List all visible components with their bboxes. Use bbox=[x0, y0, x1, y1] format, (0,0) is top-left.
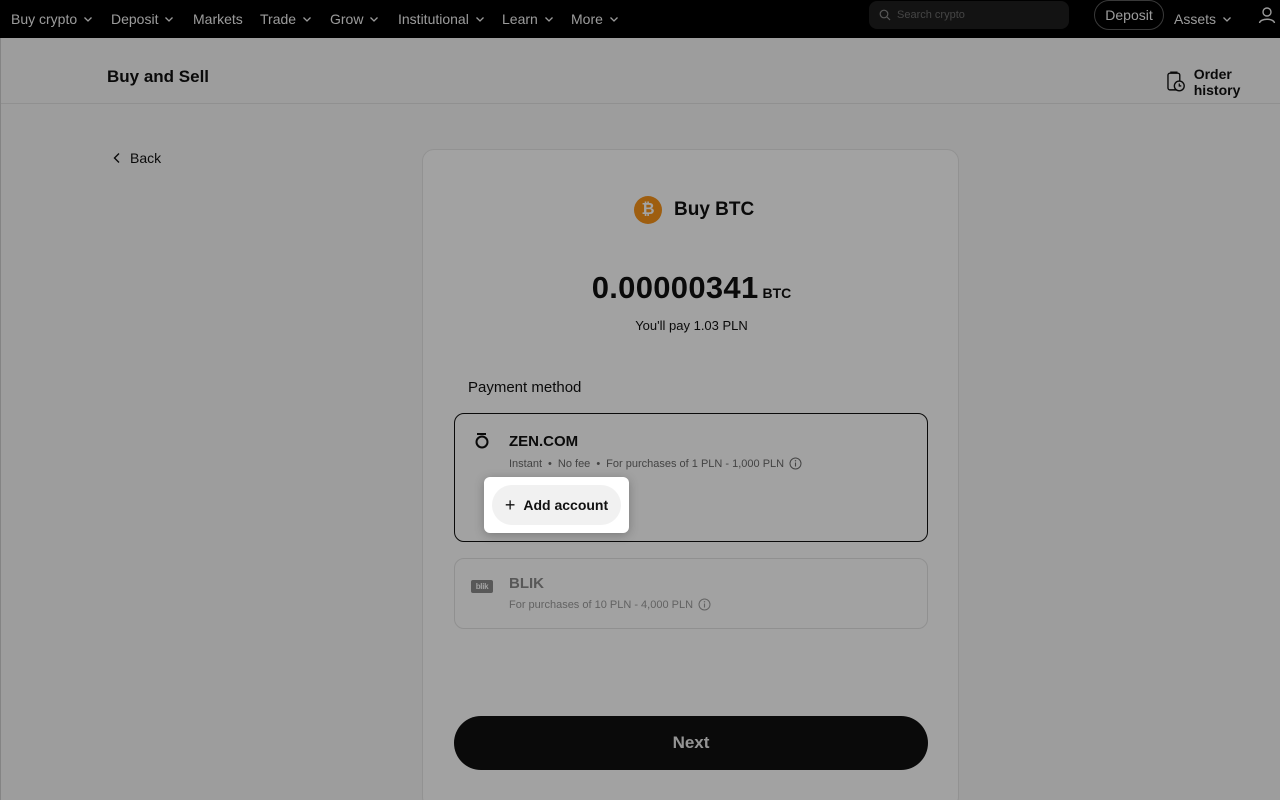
add-account-spotlight: + Add account bbox=[484, 477, 629, 533]
add-account-button[interactable]: + Add account bbox=[492, 485, 621, 525]
dim-overlay bbox=[0, 0, 1280, 800]
add-account-label: Add account bbox=[523, 497, 609, 513]
plus-icon: + bbox=[504, 495, 516, 515]
